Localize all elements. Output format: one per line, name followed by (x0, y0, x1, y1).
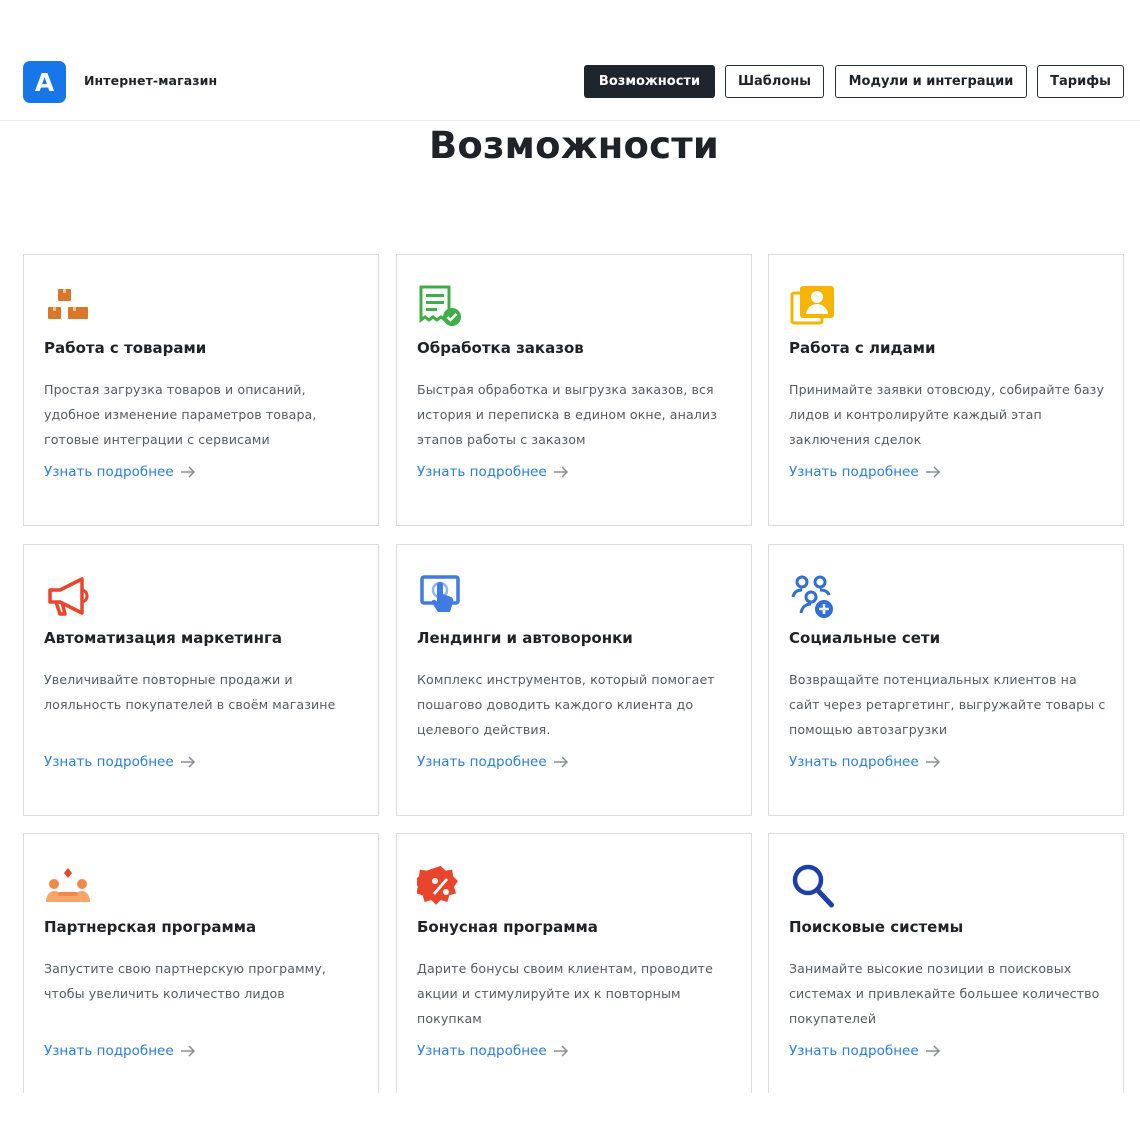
order-receipt-icon (417, 283, 465, 331)
partners-icon (44, 862, 92, 910)
discount-badge-icon (417, 862, 465, 910)
card-title: Работа с товарами (44, 339, 207, 357)
link-label: Узнать подробнее (417, 464, 547, 480)
card-title: Партнерская программа (44, 918, 257, 936)
feature-card-social: Социальные сети Возвращайте потенциальны… (768, 544, 1124, 816)
arrow-right-icon (180, 466, 196, 478)
nav-features-button[interactable]: Возможности (584, 65, 715, 98)
learn-more-link[interactable]: Узнать подробнее (44, 1043, 196, 1059)
nav-pricing-button[interactable]: Тарифы (1037, 65, 1124, 98)
link-label: Узнать подробнее (789, 1043, 919, 1059)
feature-card-landings: Лендинги и автоворонки Комплекс инструме… (396, 544, 752, 816)
arrow-right-icon (180, 756, 196, 768)
page: A Интернет-магазин Возможности Шаблоны М… (0, 0, 1140, 1140)
card-title: Бонусная программа (417, 918, 598, 936)
learn-more-link[interactable]: Узнать подробнее (417, 754, 569, 770)
learn-more-link[interactable]: Узнать подробнее (789, 754, 941, 770)
link-label: Узнать подробнее (417, 1043, 547, 1059)
contacts-book-icon (789, 283, 837, 331)
feature-card-leads: Работа с лидами Принимайте заявки отовсю… (768, 254, 1124, 526)
megaphone-icon (44, 573, 92, 621)
link-label: Узнать подробнее (44, 1043, 174, 1059)
arrow-right-icon (553, 466, 569, 478)
arrow-right-icon (180, 1045, 196, 1057)
card-description: Запустите свою партнерскую программу, чт… (44, 961, 326, 1001)
link-label: Узнать подробнее (789, 464, 919, 480)
card-title: Поисковые системы (789, 918, 964, 936)
arrow-right-icon (925, 756, 941, 768)
brand-name: Интернет-магазин (84, 73, 218, 88)
link-label: Узнать подробнее (789, 754, 919, 770)
learn-more-link[interactable]: Узнать подробнее (417, 464, 569, 480)
feature-card-orders: Обработка заказов Быстрая обработка и вы… (396, 254, 752, 526)
card-title: Работа с лидами (789, 339, 936, 357)
learn-more-link[interactable]: Узнать подробнее (44, 464, 196, 480)
card-description: Занимайте высокие позиции в поисковых си… (789, 961, 1100, 1026)
link-label: Узнать подробнее (417, 754, 547, 770)
arrow-right-icon (925, 1045, 941, 1057)
card-title: Лендинги и автоворонки (417, 629, 633, 647)
learn-more-link[interactable]: Узнать подробнее (789, 1043, 941, 1059)
learn-more-link[interactable]: Узнать подробнее (417, 1043, 569, 1059)
logo[interactable]: A (23, 61, 66, 103)
arrow-right-icon (553, 756, 569, 768)
card-description: Увеличивайте повторные продажи и лояльно… (44, 672, 336, 712)
card-description: Комплекс инструментов, который помогает … (417, 672, 715, 737)
card-description: Дарите бонусы своим клиентам, проводите … (417, 961, 713, 1026)
social-users-icon (789, 573, 837, 621)
search-icon (789, 862, 837, 910)
card-description: Простая загрузка товаров и описаний, удо… (44, 382, 317, 447)
card-title: Обработка заказов (417, 339, 584, 357)
touch-screen-icon (417, 573, 465, 621)
feature-card-marketing: Автоматизация маркетинга Увеличивайте по… (23, 544, 379, 816)
learn-more-link[interactable]: Узнать подробнее (789, 464, 941, 480)
arrow-right-icon (925, 466, 941, 478)
card-description: Быстрая обработка и выгрузка заказов, вс… (417, 382, 717, 447)
arrow-right-icon (553, 1045, 569, 1057)
nav-templates-button[interactable]: Шаблоны (725, 65, 824, 98)
nav-modules-button[interactable]: Модули и интеграции (835, 65, 1027, 98)
learn-more-link[interactable]: Узнать подробнее (44, 754, 196, 770)
top-bar: A Интернет-магазин Возможности Шаблоны М… (0, 0, 1140, 121)
feature-card-products: Работа с товарами Простая загрузка товар… (23, 254, 379, 526)
card-title: Автоматизация маркетинга (44, 629, 283, 647)
feature-card-bonus: Бонусная программа Дарите бонусы своим к… (396, 833, 752, 1093)
feature-card-partners: Партнерская программа Запустите свою пар… (23, 833, 379, 1093)
card-description: Возвращайте потенциальных клиентов на са… (789, 672, 1106, 737)
card-title: Социальные сети (789, 629, 941, 647)
boxes-icon (44, 283, 92, 331)
feature-card-search: Поисковые системы Занимайте высокие пози… (768, 833, 1124, 1093)
card-description: Принимайте заявки отовсюду, собирайте ба… (789, 382, 1105, 447)
page-title: Возможности (428, 124, 720, 167)
features-grid: Работа с товарами Простая загрузка товар… (0, 254, 1140, 1093)
link-label: Узнать подробнее (44, 754, 174, 770)
link-label: Узнать подробнее (44, 464, 174, 480)
